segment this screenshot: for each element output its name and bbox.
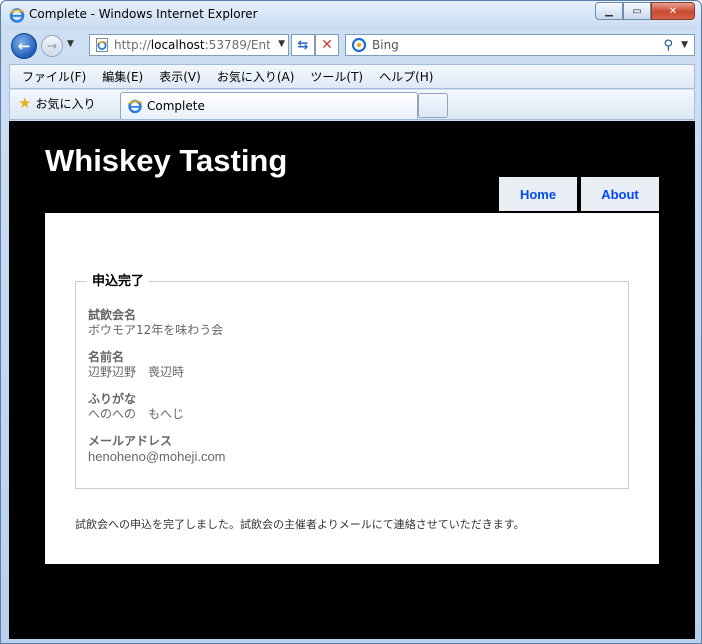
menu-file[interactable]: ファイル(F) [22, 68, 86, 85]
nav-home-link[interactable]: Home [499, 177, 577, 211]
address-bar[interactable]: http://localhost:53789/Ent ▼ [89, 34, 289, 56]
window-controls: ▁ ▭ ✕ [595, 2, 695, 20]
page-icon [96, 38, 108, 52]
refresh-icon[interactable]: ⇆ [291, 34, 315, 56]
field-value: 辺野辺野 喪辺時 [88, 365, 185, 379]
menu-tools[interactable]: ツール(T) [310, 68, 363, 85]
tab-complete[interactable]: Complete [120, 92, 418, 119]
main-content: 申込完了 試飲会名 ボウモア12年を味わう会 名前名 辺野辺野 喪辺時 ふりがな… [45, 213, 659, 564]
field-value: henoheno@moheji.com [88, 449, 226, 464]
maximize-button[interactable]: ▭ [623, 2, 651, 20]
field-value: ボウモア12年を味わう会 [88, 323, 224, 337]
tab-bar: ★ お気に入り Complete [9, 90, 695, 120]
star-icon: ★ [18, 94, 32, 112]
nav-about-link[interactable]: About [581, 177, 659, 211]
menu-help[interactable]: ヘルプ(H) [379, 68, 433, 85]
ie-icon [9, 8, 25, 23]
title-bar: Complete - Windows Internet Explorer ▁ ▭… [1, 1, 701, 29]
window-title: Complete - Windows Internet Explorer [29, 7, 258, 21]
completion-message: 試飲会への申込を完了しました。試飲会の主催者よりメールにて連絡させていただきます… [75, 518, 525, 531]
tab-label: Complete [147, 99, 205, 113]
field-furigana: ふりがな へのへの もへじ [88, 392, 184, 422]
field-label: メールアドレス [88, 434, 173, 448]
favorites-button[interactable]: ★ お気に入り [18, 94, 95, 112]
menu-view[interactable]: 表示(V) [159, 68, 201, 85]
site-title: Whiskey Tasting [45, 143, 288, 178]
bing-icon [351, 37, 367, 53]
favorites-label: お気に入り [35, 96, 96, 111]
field-email: メールアドレス henoheno@moheji.com [88, 434, 226, 464]
field-label: ふりがな [88, 392, 137, 406]
browser-window: Complete - Windows Internet Explorer ▁ ▭… [0, 0, 702, 644]
field-full-name: 名前名 辺野辺野 喪辺時 [88, 350, 184, 380]
forward-button[interactable]: → [41, 35, 63, 57]
field-value: へのへの もへじ [88, 407, 185, 421]
field-label: 試飲会名 [88, 308, 137, 322]
stop-icon[interactable]: ✕ [315, 34, 339, 56]
menu-bar: ファイル(F) 編集(E) 表示(V) お気に入り(A) ツール(T) ヘルプ(… [9, 64, 695, 89]
search-provider-label: Bing [372, 38, 399, 52]
result-legend: 申込完了 [87, 270, 150, 289]
search-icon[interactable]: ⚲ [664, 38, 674, 53]
menu-edit[interactable]: 編集(E) [102, 68, 143, 85]
field-label: 名前名 [88, 350, 125, 364]
minimize-button[interactable]: ▁ [595, 2, 623, 20]
address-row: ← → ▼ http://localhost:53789/Ent ▼ ⇆ ✕ B… [1, 29, 701, 63]
back-button[interactable]: ← [11, 33, 37, 59]
close-button[interactable]: ✕ [651, 2, 695, 20]
address-dropdown-icon[interactable]: ▼ [278, 39, 285, 49]
history-dropdown-icon[interactable]: ▼ [67, 39, 74, 49]
page-viewport: Whiskey Tasting Home About 申込完了 試飲会名 ボウモ… [9, 121, 695, 639]
new-tab-button[interactable] [418, 93, 448, 118]
search-dropdown-icon[interactable]: ▼ [681, 40, 688, 50]
ie-tab-icon [127, 99, 143, 114]
search-box[interactable]: Bing ⚲ ▼ [345, 34, 695, 56]
field-event-name: 試飲会名 ボウモア12年を味わう会 [88, 308, 223, 338]
address-url: http://localhost:53789/Ent [114, 38, 270, 52]
menu-favorites[interactable]: お気に入り(A) [217, 68, 295, 85]
